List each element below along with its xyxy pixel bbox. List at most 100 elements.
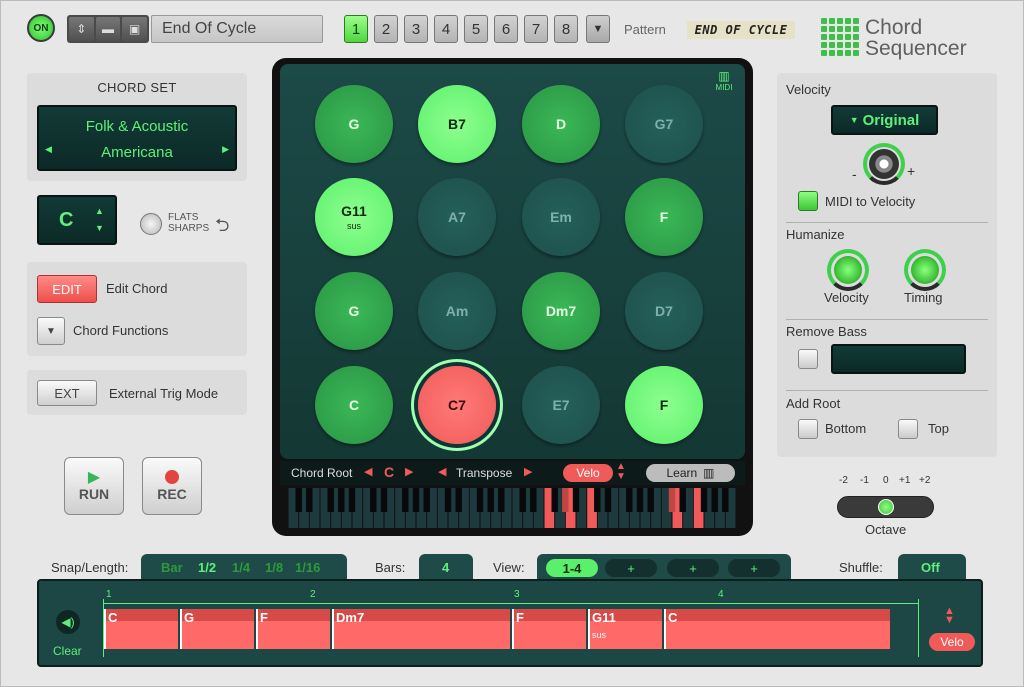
black-key[interactable] xyxy=(572,488,580,512)
snap-option-sixteenth[interactable]: 1/16 xyxy=(295,560,320,575)
ext-trig-button[interactable]: EXT xyxy=(37,380,97,406)
velo-button[interactable]: Velo xyxy=(563,464,613,482)
black-key[interactable] xyxy=(423,488,430,512)
preset-name-field[interactable]: End Of Cycle xyxy=(151,15,323,43)
chord-segment[interactable]: F xyxy=(512,609,586,649)
black-key[interactable] xyxy=(647,488,654,512)
view-add-page-button[interactable]: + xyxy=(605,559,657,577)
midi-to-velocity-checkbox[interactable] xyxy=(798,191,818,211)
learn-button[interactable]: Learn ▥ xyxy=(646,464,735,482)
key-display[interactable]: C ▲ ▼ xyxy=(37,195,117,245)
snap-option-half[interactable]: 1/2 xyxy=(198,560,216,575)
chord-pad[interactable]: D7 xyxy=(625,272,703,350)
chord-pad[interactable]: G7 xyxy=(625,85,703,163)
snap-option-quarter[interactable]: 1/4 xyxy=(232,560,250,575)
chord-pad[interactable]: Dm7 xyxy=(522,272,600,350)
black-key[interactable] xyxy=(530,488,537,512)
record-button[interactable]: REC xyxy=(142,457,202,515)
chord-functions-chevron-down-icon[interactable]: ▼ xyxy=(37,317,65,345)
transpose-prev-icon[interactable]: ◀ xyxy=(438,465,446,478)
timeline-track[interactable]: 1 2 3 4 C G F Dm7 F G11 sus C xyxy=(103,589,919,657)
black-key[interactable] xyxy=(412,488,420,512)
black-key[interactable] xyxy=(626,488,633,512)
chord-pad[interactable]: F xyxy=(625,178,703,256)
velocity-knob[interactable] xyxy=(869,149,899,179)
view-add-page-button[interactable]: + xyxy=(667,559,719,577)
save-icon[interactable]: ▣ xyxy=(122,17,148,41)
chord-pad[interactable]: G11 sus xyxy=(315,178,393,256)
speaker-icon[interactable]: ◀) xyxy=(56,610,80,634)
chord-segment[interactable]: G xyxy=(180,609,254,649)
pattern-button-4[interactable]: 4 xyxy=(434,15,458,43)
remove-bass-checkbox[interactable] xyxy=(798,349,818,369)
pattern-button-6[interactable]: 6 xyxy=(494,15,518,43)
black-key[interactable] xyxy=(636,488,644,512)
add-root-bottom-checkbox[interactable] xyxy=(798,419,818,439)
chord-pad[interactable]: C7 xyxy=(418,366,496,444)
chord-pad[interactable]: D xyxy=(522,85,600,163)
remove-bass-display[interactable] xyxy=(831,344,966,374)
key-down-icon[interactable]: ▼ xyxy=(95,223,104,233)
black-key[interactable] xyxy=(455,488,462,512)
chord-root-prev-icon[interactable]: ◀ xyxy=(364,465,372,478)
black-key[interactable] xyxy=(700,488,708,512)
chord-pad[interactable]: A7 xyxy=(418,178,496,256)
chord-set-display[interactable]: Folk & Acoustic ◀ Americana ▶ xyxy=(37,105,237,171)
view-page-1-4[interactable]: 1-4 xyxy=(546,559,598,577)
run-button[interactable]: ▶ RUN xyxy=(64,457,124,515)
pattern-menu-chevron-down-icon[interactable]: ▼ xyxy=(586,15,610,43)
bars-tab[interactable]: 4 xyxy=(419,554,473,582)
edit-chord-button[interactable]: EDIT xyxy=(37,275,97,303)
snap-option-eighth[interactable]: 1/8 xyxy=(265,560,283,575)
black-key[interactable] xyxy=(722,488,729,512)
black-key[interactable] xyxy=(519,488,526,512)
black-key[interactable] xyxy=(338,488,345,512)
chord-pad[interactable]: B7 xyxy=(418,85,496,163)
velo-updown-icon[interactable]: ▲ ▼ xyxy=(616,462,626,482)
black-key[interactable] xyxy=(679,488,686,512)
black-key[interactable] xyxy=(444,488,452,512)
black-key[interactable] xyxy=(711,488,718,512)
pattern-button-1[interactable]: 1 xyxy=(344,15,368,43)
black-key[interactable] xyxy=(487,488,494,512)
power-on-button[interactable]: ON xyxy=(27,14,55,42)
black-key[interactable] xyxy=(551,488,558,512)
snap-option-bar[interactable]: Bar xyxy=(161,560,183,575)
chord-pad[interactable]: F xyxy=(625,366,703,444)
velocity-mode-dropdown[interactable]: ▼ Original xyxy=(831,105,938,135)
pattern-button-8[interactable]: 8 xyxy=(554,15,578,43)
view-add-page-button[interactable]: + xyxy=(728,559,780,577)
black-key[interactable] xyxy=(402,488,409,512)
black-key[interactable] xyxy=(380,488,388,512)
flats-sharps-toggle[interactable] xyxy=(140,213,162,235)
key-up-icon[interactable]: ▲ xyxy=(95,206,104,216)
pattern-button-2[interactable]: 2 xyxy=(374,15,398,43)
black-key[interactable] xyxy=(306,488,313,512)
black-key[interactable] xyxy=(295,488,302,512)
chord-segment[interactable]: C xyxy=(104,609,178,649)
black-key[interactable] xyxy=(562,488,569,512)
add-root-top-checkbox[interactable] xyxy=(898,419,918,439)
pattern-button-5[interactable]: 5 xyxy=(464,15,488,43)
chord-pad[interactable]: E7 xyxy=(522,366,600,444)
black-key[interactable] xyxy=(594,488,601,512)
octave-slider-handle[interactable] xyxy=(878,499,894,515)
transpose-next-icon[interactable]: ▶ xyxy=(524,465,532,478)
midi-icon[interactable]: ▥ MIDI xyxy=(713,69,735,93)
chord-pad[interactable]: Am xyxy=(418,272,496,350)
chord-pad[interactable]: G xyxy=(315,85,393,163)
chord-pad[interactable]: Em xyxy=(522,178,600,256)
chord-segment[interactable]: Dm7 xyxy=(332,609,510,649)
chord-segment[interactable]: F xyxy=(256,609,330,649)
pattern-button-3[interactable]: 3 xyxy=(404,15,428,43)
black-key[interactable] xyxy=(668,488,676,512)
shuffle-tab[interactable]: Off xyxy=(898,554,966,582)
chord-pad[interactable]: C xyxy=(315,366,393,444)
pattern-button-7[interactable]: 7 xyxy=(524,15,548,43)
chord-segment[interactable]: G11 sus xyxy=(588,609,662,649)
black-key[interactable] xyxy=(604,488,612,512)
black-key[interactable] xyxy=(348,488,356,512)
velo-updown-icon[interactable]: ▲ ▼ xyxy=(944,606,955,626)
mini-keyboard[interactable] xyxy=(288,488,736,528)
chord-segment[interactable]: C xyxy=(664,609,890,649)
